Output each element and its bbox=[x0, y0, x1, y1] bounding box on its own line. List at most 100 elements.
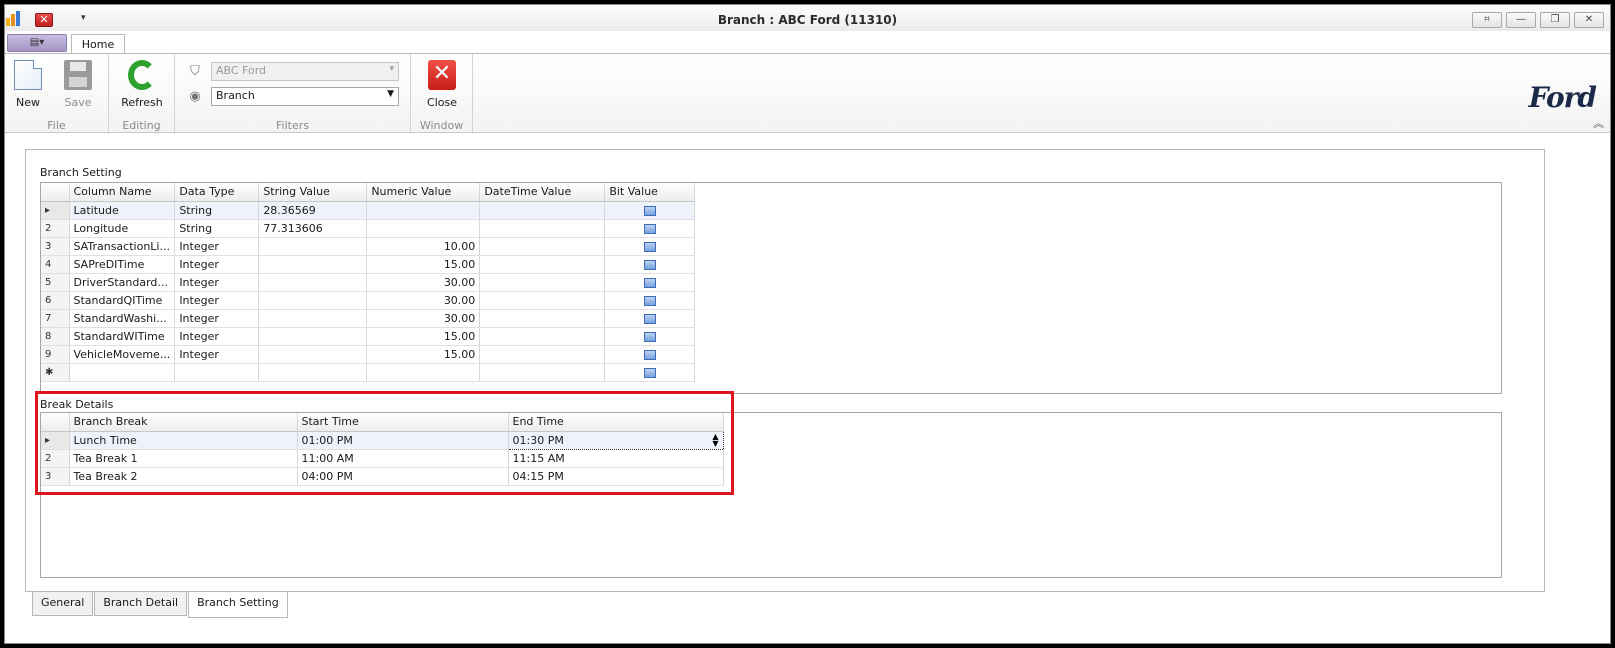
row-indicator[interactable]: 7 bbox=[41, 309, 70, 328]
numeric-value-cell[interactable]: 30.00 bbox=[366, 291, 481, 310]
data-type-cell[interactable]: Integer bbox=[174, 255, 260, 274]
string-value-cell[interactable] bbox=[258, 309, 368, 328]
string-value-cell[interactable]: 28.36569 bbox=[258, 201, 368, 220]
row-indicator[interactable]: ▸ bbox=[41, 201, 70, 220]
row-indicator[interactable]: 5 bbox=[41, 273, 70, 292]
numeric-value-cell[interactable]: 30.00 bbox=[366, 309, 481, 328]
datetime-value-cell[interactable] bbox=[479, 237, 606, 256]
window-options-button[interactable]: ⌗ bbox=[1472, 12, 1502, 28]
tab-branch-setting[interactable]: Branch Setting bbox=[188, 592, 288, 618]
save-button[interactable]: Save bbox=[55, 58, 101, 109]
data-type-cell[interactable] bbox=[174, 363, 260, 382]
bit-value-checkbox-icon[interactable] bbox=[643, 313, 656, 324]
data-type-cell[interactable]: Integer bbox=[174, 327, 260, 346]
datetime-value-cell[interactable] bbox=[479, 327, 606, 346]
table-row[interactable]: ▸ Latitude String 28.36569 bbox=[41, 201, 696, 220]
bit-value-checkbox-icon[interactable] bbox=[643, 349, 656, 360]
column-name-cell[interactable]: SATransactionLi... bbox=[69, 237, 176, 256]
column-header[interactable]: Bit Value bbox=[604, 183, 696, 202]
row-indicator[interactable]: 9 bbox=[41, 345, 70, 364]
application-menu-button[interactable]: ▤▾ bbox=[7, 34, 67, 52]
datetime-value-cell[interactable] bbox=[479, 201, 606, 220]
column-name-cell[interactable]: Latitude bbox=[69, 201, 176, 220]
tab-branch-detail[interactable]: Branch Detail bbox=[94, 592, 188, 616]
tab-general[interactable]: General bbox=[32, 592, 94, 616]
numeric-value-cell[interactable]: 15.00 bbox=[366, 255, 481, 274]
bit-value-checkbox-icon[interactable] bbox=[643, 205, 656, 216]
bit-value-cell[interactable] bbox=[604, 291, 696, 310]
column-name-cell[interactable] bbox=[69, 363, 176, 382]
table-row[interactable]: 7 StandardWashi... Integer 30.00 bbox=[41, 309, 696, 328]
new-row[interactable]: ✱ bbox=[41, 363, 696, 382]
column-header[interactable]: Numeric Value bbox=[366, 183, 481, 202]
table-row[interactable]: 4 SAPreDITime Integer 15.00 bbox=[41, 255, 696, 274]
data-type-cell[interactable]: Integer bbox=[174, 291, 260, 310]
table-row[interactable]: 8 StandardWITime Integer 15.00 bbox=[41, 327, 696, 346]
numeric-value-cell[interactable]: 30.00 bbox=[366, 273, 481, 292]
column-name-cell[interactable]: Longitude bbox=[69, 219, 176, 238]
table-row[interactable]: 3 SATransactionLi... Integer 10.00 bbox=[41, 237, 696, 256]
column-name-cell[interactable]: DriverStandard... bbox=[69, 273, 176, 292]
table-row[interactable]: 6 StandardQITime Integer 30.00 bbox=[41, 291, 696, 310]
column-header[interactable]: Data Type bbox=[174, 183, 260, 202]
bit-value-cell[interactable] bbox=[604, 237, 696, 256]
column-name-cell[interactable]: StandardWITime bbox=[69, 327, 176, 346]
column-name-cell[interactable]: StandardWashi... bbox=[69, 309, 176, 328]
string-value-cell[interactable] bbox=[258, 273, 368, 292]
bit-value-cell[interactable] bbox=[604, 201, 696, 220]
numeric-value-cell[interactable]: 10.00 bbox=[366, 237, 481, 256]
bit-value-cell[interactable] bbox=[604, 345, 696, 364]
collapse-ribbon-icon[interactable]: ︽ bbox=[1593, 115, 1604, 131]
datetime-value-cell[interactable] bbox=[479, 291, 606, 310]
bit-value-checkbox-icon[interactable] bbox=[643, 331, 656, 342]
bit-value-checkbox-icon[interactable] bbox=[643, 223, 656, 234]
datetime-value-cell[interactable] bbox=[479, 219, 606, 238]
tab-home[interactable]: Home bbox=[71, 34, 125, 55]
string-value-cell[interactable] bbox=[258, 237, 368, 256]
datetime-value-cell[interactable] bbox=[479, 273, 606, 292]
numeric-value-cell[interactable] bbox=[366, 219, 481, 238]
bit-value-checkbox-icon[interactable] bbox=[643, 295, 656, 306]
close-button[interactable]: ✕ Close bbox=[419, 58, 465, 109]
bit-value-cell[interactable] bbox=[604, 273, 696, 292]
datetime-value-cell[interactable] bbox=[479, 363, 606, 382]
numeric-value-cell[interactable] bbox=[366, 201, 481, 220]
row-indicator[interactable]: 8 bbox=[41, 327, 70, 346]
datetime-value-cell[interactable] bbox=[479, 255, 606, 274]
numeric-value-cell[interactable]: 15.00 bbox=[366, 345, 481, 364]
data-type-cell[interactable]: Integer bbox=[174, 345, 260, 364]
column-name-cell[interactable]: StandardQITime bbox=[69, 291, 176, 310]
minimize-button[interactable]: — bbox=[1506, 12, 1536, 28]
table-row[interactable]: 5 DriverStandard... Integer 30.00 bbox=[41, 273, 696, 292]
data-type-cell[interactable]: Integer bbox=[174, 273, 260, 292]
new-button[interactable]: New bbox=[5, 58, 51, 109]
data-type-cell[interactable]: String bbox=[174, 219, 260, 238]
data-type-cell[interactable]: Integer bbox=[174, 309, 260, 328]
data-type-cell[interactable]: String bbox=[174, 201, 260, 220]
bit-value-checkbox-icon[interactable] bbox=[643, 277, 656, 288]
row-indicator[interactable]: 2 bbox=[41, 219, 70, 238]
table-row[interactable]: 9 VehicleMoveme... Integer 15.00 bbox=[41, 345, 696, 364]
string-value-cell[interactable] bbox=[258, 345, 368, 364]
bit-value-checkbox-icon[interactable] bbox=[643, 367, 656, 378]
view-combo[interactable]: Branch ▼ bbox=[211, 87, 399, 106]
string-value-cell[interactable] bbox=[258, 327, 368, 346]
numeric-value-cell[interactable] bbox=[366, 363, 481, 382]
string-value-cell[interactable] bbox=[258, 291, 368, 310]
string-value-cell[interactable] bbox=[258, 255, 368, 274]
bit-value-cell[interactable] bbox=[604, 327, 696, 346]
refresh-button[interactable]: Refresh bbox=[119, 58, 165, 109]
bit-value-cell[interactable] bbox=[604, 219, 696, 238]
bit-value-cell[interactable] bbox=[604, 309, 696, 328]
datetime-value-cell[interactable] bbox=[479, 345, 606, 364]
table-row[interactable]: 2 Longitude String 77.313606 bbox=[41, 219, 696, 238]
string-value-cell[interactable] bbox=[258, 363, 368, 382]
row-indicator[interactable]: 3 bbox=[41, 237, 70, 256]
data-type-cell[interactable]: Integer bbox=[174, 237, 260, 256]
column-name-cell[interactable]: VehicleMoveme... bbox=[69, 345, 176, 364]
string-value-cell[interactable]: 77.313606 bbox=[258, 219, 368, 238]
column-header[interactable]: String Value bbox=[258, 183, 368, 202]
column-header[interactable]: Column Name bbox=[69, 183, 176, 202]
bit-value-cell[interactable] bbox=[604, 363, 696, 382]
datetime-value-cell[interactable] bbox=[479, 309, 606, 328]
